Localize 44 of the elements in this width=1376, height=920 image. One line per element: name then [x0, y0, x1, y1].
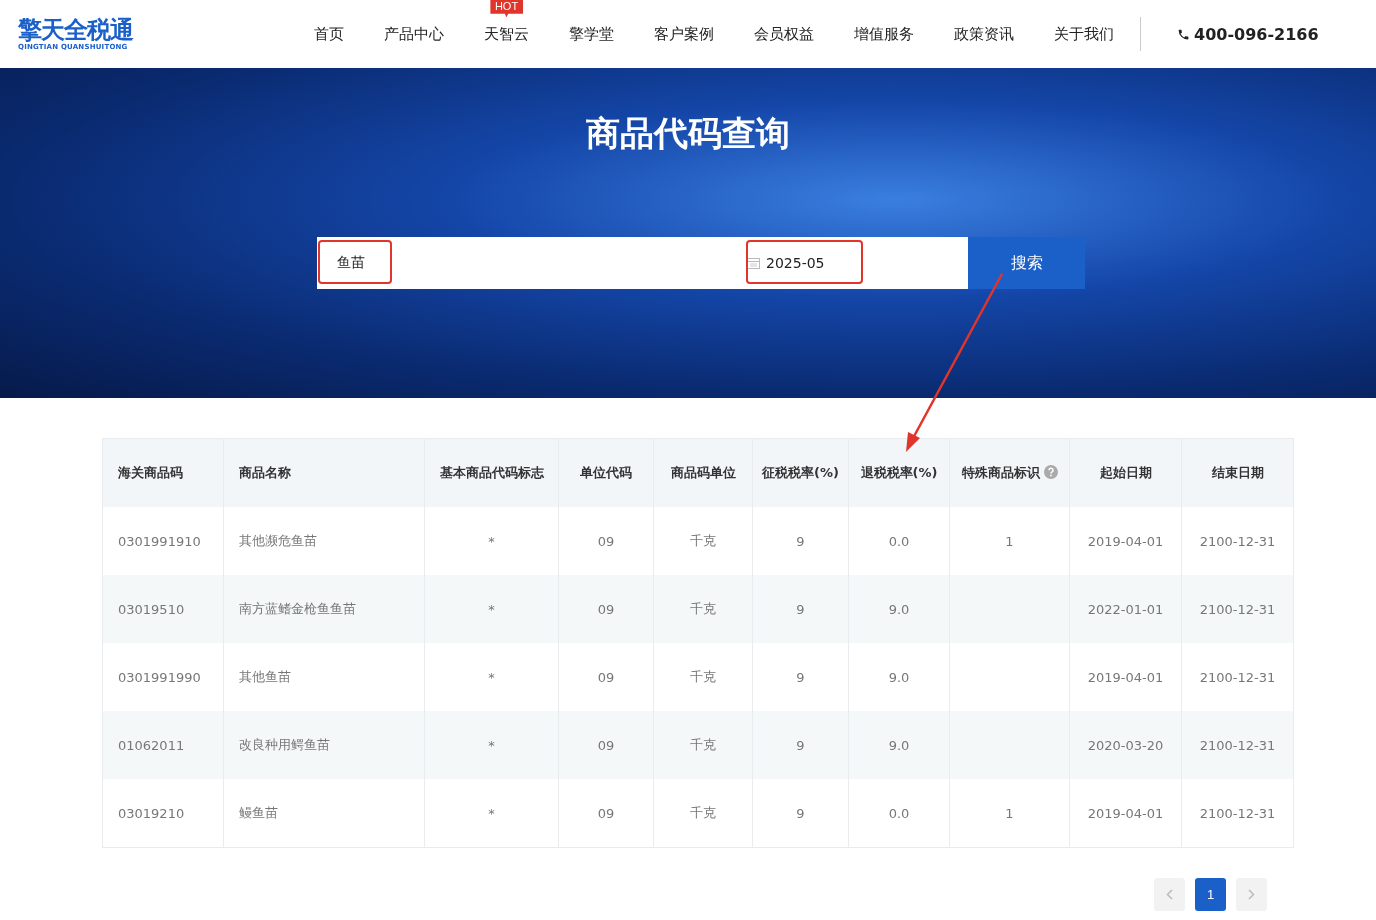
chevron-left-icon — [1166, 889, 1173, 900]
nav-link[interactable]: 产品中心 — [384, 24, 444, 44]
calendar-icon — [747, 257, 760, 269]
column-header: 商品名称 — [223, 438, 425, 507]
column-header: 特殊商品标识 — [949, 438, 1070, 507]
search-field[interactable]: 鱼苗 2025-05 — [317, 237, 968, 289]
table-cell: 2019-04-01 — [1069, 779, 1182, 848]
nav-link[interactable]: 增值服务 — [854, 24, 914, 44]
nav-link[interactable]: 政策资讯 — [954, 24, 1014, 44]
nav-link[interactable]: 首页 — [314, 24, 344, 44]
phone-icon — [1177, 27, 1190, 41]
chevron-right-icon — [1248, 889, 1255, 900]
nav-link[interactable]: 擎学堂 — [569, 24, 614, 44]
column-header: 商品码单位 — [653, 438, 753, 507]
table-cell: 9 — [752, 779, 849, 848]
previous-page-button[interactable] — [1154, 878, 1185, 911]
phone-number: 400-096-2166 — [1177, 24, 1319, 44]
logo-text[interactable]: 擎天全税通 — [18, 17, 314, 43]
next-page-button[interactable] — [1236, 878, 1267, 911]
page-button[interactable]: 1 — [1195, 878, 1226, 911]
table-cell: 03019210 — [102, 779, 224, 848]
table-cell: * — [424, 779, 559, 848]
page-title: 商品代码查询 — [586, 112, 790, 154]
search-button[interactable]: 搜索 — [968, 237, 1085, 289]
column-header: 单位代码 — [558, 438, 654, 507]
column-header: 基本商品代码标志 — [424, 438, 559, 507]
nav-link[interactable]: 客户案例 — [654, 24, 714, 44]
table-cell: 千克 — [653, 779, 753, 848]
hot-badge: HOT — [489, 0, 524, 18]
help-icon — [1043, 465, 1058, 479]
column-header: 结束日期 — [1181, 438, 1294, 507]
date-field[interactable]: 2025-05 — [747, 255, 825, 271]
nav-link[interactable]: 会员权益 — [754, 24, 814, 44]
column-header: 海关商品码 — [102, 438, 224, 507]
table-cell: 09 — [558, 779, 654, 848]
column-header: 起始日期 — [1069, 438, 1182, 507]
table-cell: 0.0 — [848, 779, 950, 848]
table-cell: 2100-12-31 — [1181, 779, 1294, 848]
table-cell: 鳗鱼苗 — [223, 779, 425, 848]
nav-link[interactable]: 天智云 — [484, 24, 529, 44]
nav-link[interactable]: 关于我们 — [1054, 24, 1114, 44]
table-cell: 1 — [949, 779, 1070, 848]
column-header: 征税税率(%) — [752, 438, 849, 507]
column-header: 退税税率(%) — [848, 438, 950, 507]
